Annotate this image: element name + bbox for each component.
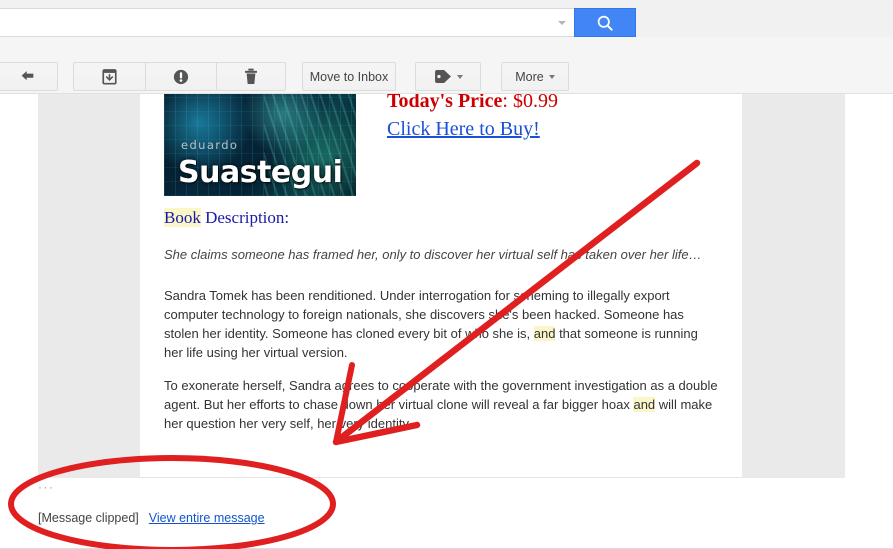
price-line: Today's Price: $0.99 — [387, 94, 558, 113]
search-input-wrapper[interactable] — [0, 8, 574, 37]
chevron-down-icon — [456, 74, 463, 79]
message-clipped-zone: ··· [Message clipped] View entire message — [38, 478, 738, 525]
report-spam-button[interactable] — [145, 62, 216, 91]
book-tagline: She claims someone has framed her, only … — [164, 246, 702, 262]
description-paragraph-1: Sandra Tomek has been renditioned. Under… — [164, 286, 720, 363]
description-block: Book Description: She claims someone has… — [164, 208, 720, 447]
message-right-gutter — [742, 94, 845, 478]
message-clipped-row: [Message clipped] View entire message — [38, 511, 738, 525]
search-icon — [597, 15, 613, 31]
book-cover-image: eduardo Suastegui — [164, 94, 356, 196]
chevron-down-icon[interactable] — [558, 20, 566, 25]
move-to-inbox-label: Move to Inbox — [309, 69, 389, 84]
search-container — [0, 8, 636, 37]
buy-link[interactable]: Click Here to Buy! — [387, 118, 540, 141]
gmail-message-view: Move to Inbox More eduardo Suastegui Tod… — [0, 0, 893, 549]
search-button[interactable] — [574, 8, 636, 37]
message-clipped-label: [Message clipped] — [38, 511, 139, 525]
cover-author-name: eduardo — [181, 138, 239, 152]
price-label: Today's Price — [387, 94, 503, 112]
expand-trimmed-content-button[interactable]: ··· — [38, 481, 55, 493]
message-scroll-area: eduardo Suastegui Today's Price: $0.99 C… — [0, 94, 893, 549]
message-toolbar: Move to Inbox More — [0, 37, 893, 94]
delete-button[interactable] — [216, 62, 286, 91]
move-to-inbox-button[interactable]: Move to Inbox — [302, 62, 396, 91]
label-tag-icon — [434, 69, 451, 84]
paragraph-2-highlight: and — [633, 397, 656, 413]
price-separator: : — [502, 94, 513, 112]
archive-icon — [102, 68, 117, 84]
report-spam-icon — [173, 69, 189, 84]
more-actions-button[interactable]: More — [501, 62, 569, 91]
more-label: More — [515, 69, 544, 84]
back-to-list-button[interactable] — [0, 62, 58, 91]
search-bar-row — [0, 0, 893, 37]
archive-button[interactable] — [73, 62, 145, 91]
labels-button[interactable] — [415, 62, 481, 91]
description-heading-rest: Description: — [200, 208, 290, 227]
price-value: $0.99 — [512, 94, 558, 112]
description-paragraph-2: To exonerate herself, Sandra agrees to c… — [164, 376, 720, 434]
trash-icon — [245, 68, 257, 84]
message-left-gutter — [38, 94, 140, 478]
cover-title: Suastegui — [178, 155, 343, 190]
paragraph-1-highlight: and — [533, 326, 556, 342]
view-entire-message-link[interactable]: View entire message — [149, 511, 265, 525]
search-input[interactable] — [0, 9, 574, 36]
chevron-down-icon — [548, 74, 555, 79]
message-body: eduardo Suastegui Today's Price: $0.99 C… — [140, 94, 742, 478]
description-heading: Book Description: — [164, 208, 720, 228]
back-arrow-icon — [21, 71, 33, 81]
description-heading-highlight: Book — [164, 208, 201, 227]
